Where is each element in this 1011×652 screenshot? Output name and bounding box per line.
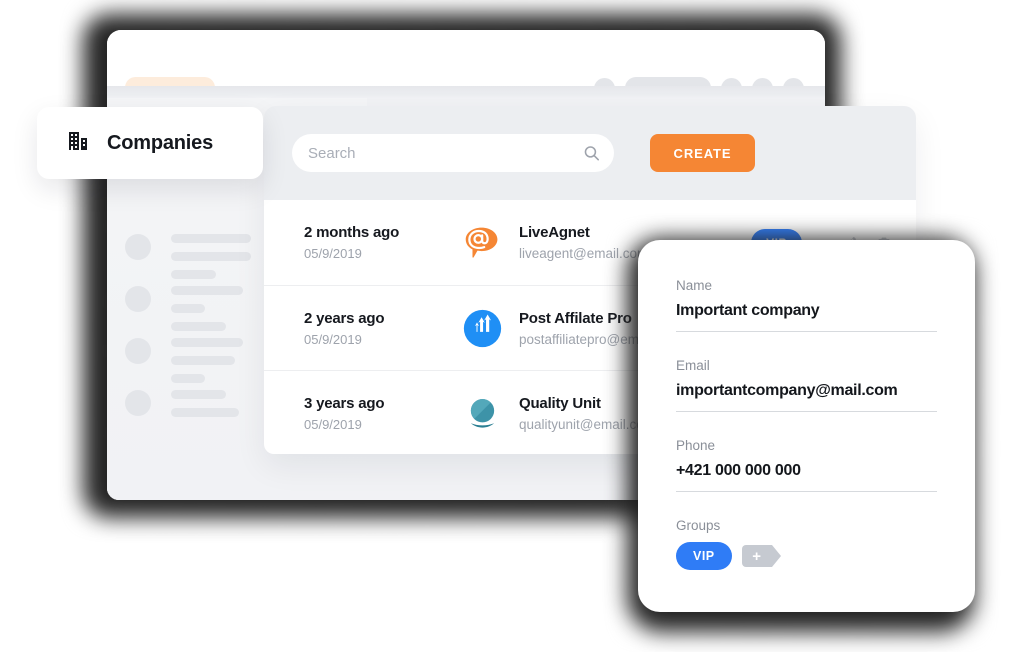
row-absolute-date: 05/9/2019 — [304, 246, 362, 261]
search-icon[interactable] — [583, 145, 600, 162]
skeleton-bar — [171, 408, 239, 417]
field-groups: Groups VIP + — [676, 518, 937, 570]
tab-companies[interactable]: Companies — [37, 107, 263, 179]
row-relative-date: 2 years ago — [304, 309, 385, 327]
skeleton-bar — [171, 338, 243, 347]
skeleton-bar — [171, 356, 235, 365]
screenshot-stage: CREATE 2 months ago 05/9/2019 — [0, 0, 1011, 652]
content-divider — [107, 86, 825, 98]
search-box[interactable] — [292, 134, 614, 172]
skeleton-bar — [171, 374, 205, 383]
row-date-cell: 3 years ago 05/9/2019 — [304, 395, 462, 432]
skeleton-bar — [171, 252, 251, 261]
skeleton-avatar — [125, 286, 151, 312]
row-absolute-date: 05/9/2019 — [304, 416, 362, 432]
row-date-cell: 2 years ago 05/9/2019 — [304, 310, 462, 347]
skeleton-avatar — [125, 338, 151, 364]
skeleton-bar — [171, 304, 205, 313]
field-email-value[interactable]: importantcompany@mail.com — [676, 382, 937, 412]
field-name: Name Important company — [676, 278, 937, 332]
browser-topbar — [107, 30, 825, 99]
row-relative-date: 2 months ago — [304, 224, 400, 241]
field-email: Email importantcompany@mail.com — [676, 358, 937, 412]
skeleton-bar — [171, 390, 226, 399]
field-phone: Phone +421 000 000 000 — [676, 438, 937, 492]
group-tag-vip[interactable]: VIP — [676, 542, 732, 570]
skeleton-bar — [171, 322, 226, 331]
skeleton-bar — [171, 234, 251, 243]
field-phone-value[interactable]: +421 000 000 000 — [676, 462, 937, 492]
qualityunit-logo — [462, 393, 503, 434]
skeleton-avatar — [125, 234, 151, 260]
field-phone-label: Phone — [676, 438, 716, 453]
groups-row: VIP + — [676, 542, 937, 570]
tab-companies-label: Companies — [107, 131, 214, 154]
search-input[interactable] — [308, 134, 598, 172]
field-name-value[interactable]: Important company — [676, 302, 937, 332]
liveagent-logo — [462, 222, 503, 263]
company-detail-panel: Name Important company Email importantco… — [638, 240, 975, 612]
list-toolbar: CREATE — [264, 106, 916, 200]
field-email-label: Email — [676, 358, 710, 373]
field-groups-label: Groups — [676, 518, 721, 533]
building-icon — [66, 129, 90, 158]
row-relative-date: 3 years ago — [304, 394, 385, 412]
row-absolute-date: 05/9/2019 — [304, 331, 362, 347]
skeleton-bar — [171, 286, 243, 295]
add-group-glyph: + — [752, 547, 762, 565]
create-button[interactable]: CREATE — [650, 134, 755, 172]
plus-icon[interactable]: + — [741, 545, 781, 567]
field-name-label: Name — [676, 278, 713, 293]
postaffiliatepro-logo — [462, 308, 503, 349]
skeleton-avatar — [125, 390, 151, 416]
skeleton-bar — [171, 270, 216, 279]
row-date-cell: 2 months ago 05/9/2019 — [304, 224, 462, 261]
